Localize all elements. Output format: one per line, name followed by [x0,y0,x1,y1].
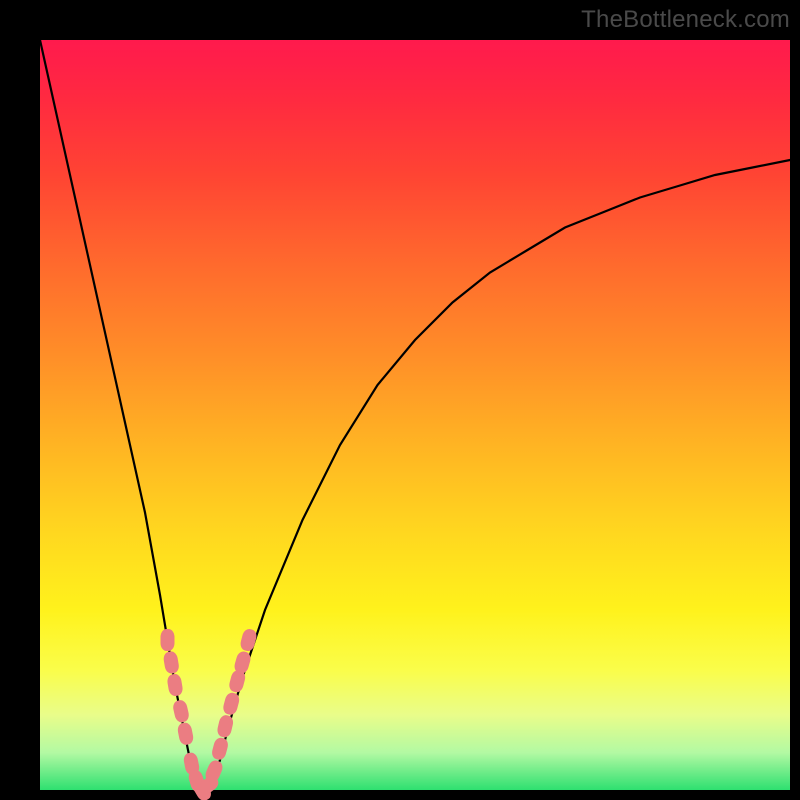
chart-svg [40,40,790,790]
bottleneck-curve [40,40,790,790]
curve-marker [163,650,180,674]
curve-marker [166,673,183,697]
plot-area [40,40,790,790]
curve-marker [161,629,175,651]
marker-group [161,628,259,800]
chart-frame: TheBottleneck.com [0,0,800,800]
curve-marker [210,736,229,761]
watermark-text: TheBottleneck.com [581,6,790,34]
curve-marker [239,628,258,653]
curve-marker [172,699,191,724]
curve-marker [176,722,194,746]
